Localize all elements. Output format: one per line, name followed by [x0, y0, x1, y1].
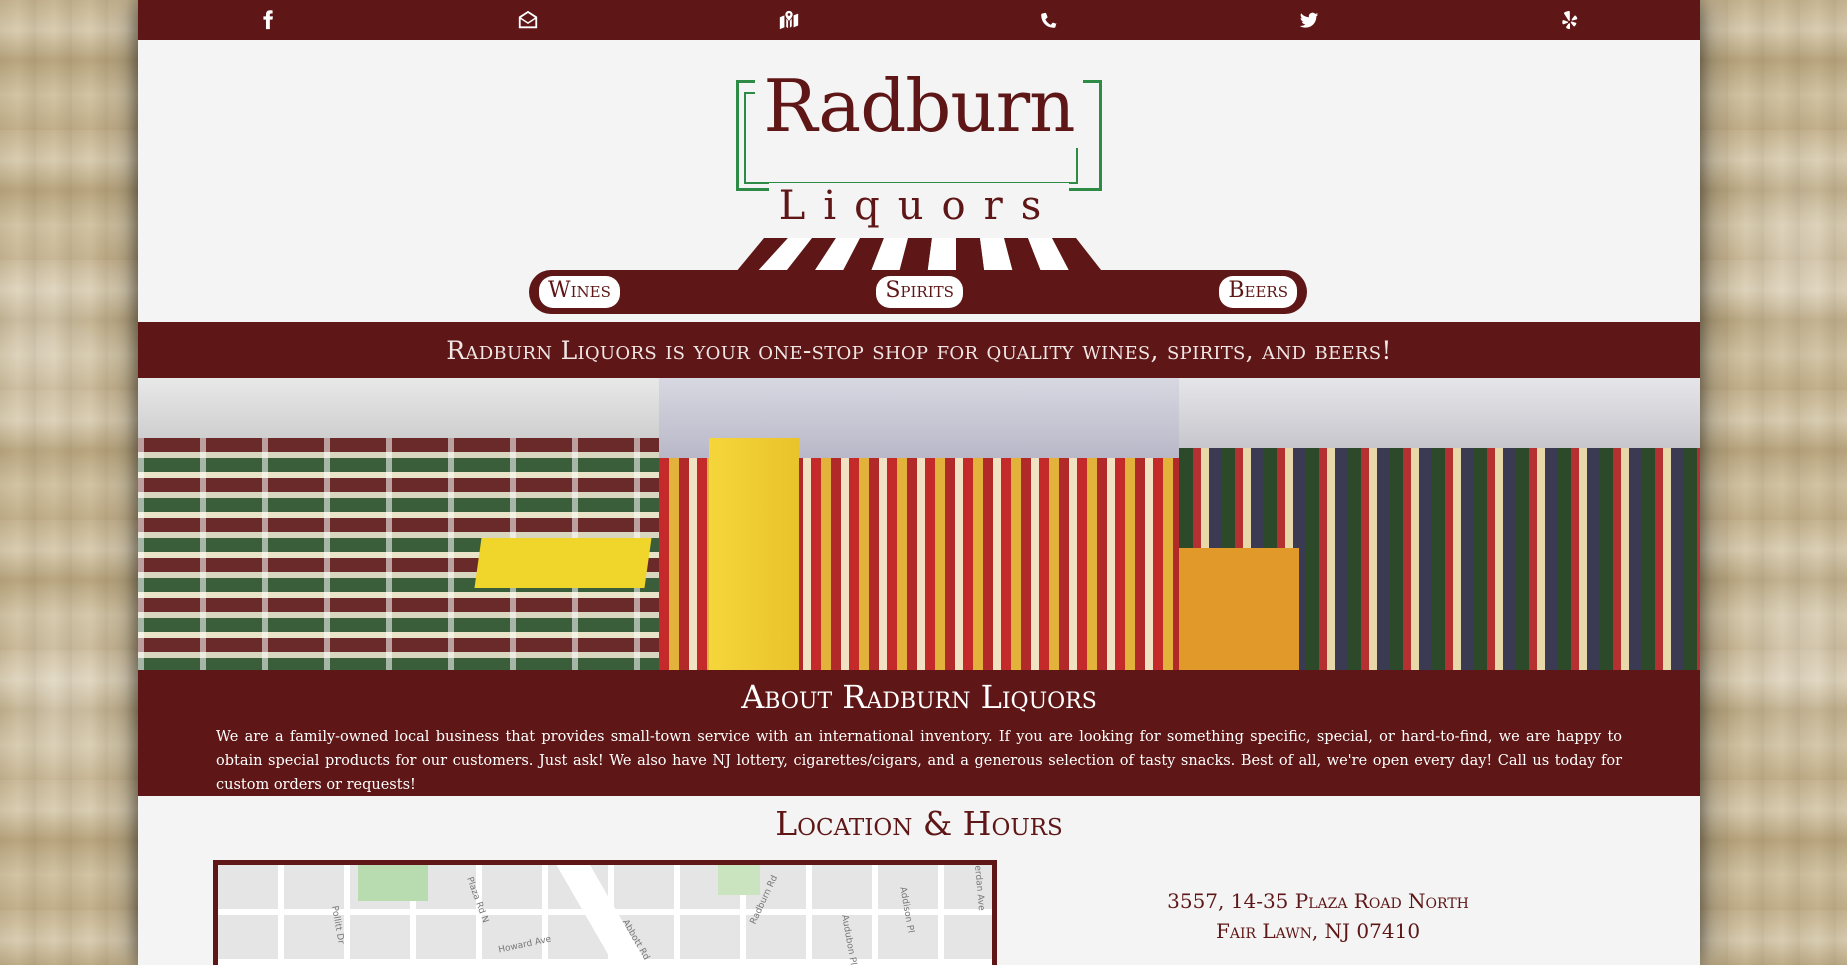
address-line-1: 3557, 14-35 Plaza Road North: [1167, 889, 1469, 913]
store-address: 3557, 14-35 Plaza Road North Fair Lawn, …: [1038, 886, 1598, 946]
nav-beers[interactable]: Beers: [1219, 275, 1297, 309]
facebook-icon[interactable]: [248, 3, 288, 37]
logo-subtitle: Liquors: [724, 183, 1114, 229]
map-street-label: Abbott Rd: [619, 918, 652, 962]
social-bar: [138, 0, 1700, 40]
nav-spirits[interactable]: Spirits: [876, 275, 963, 309]
page-container: Radburn Liquors Wines Spirits Beers Radb…: [138, 0, 1700, 965]
map-park-area: [358, 865, 428, 901]
address-line-2: Fair Lawn, NJ 07410: [1215, 919, 1421, 943]
store-photo-counter: [658, 378, 1180, 670]
store-photo-coolers: [138, 378, 659, 670]
map-street-label: Plaza Rd N: [464, 875, 490, 925]
about-text: We are a family-owned local business tha…: [216, 729, 1622, 794]
location-title: Location & Hours: [775, 804, 1063, 843]
map-icon[interactable]: [769, 3, 809, 37]
about-section: About Radburn Liquors We are a family-ow…: [138, 670, 1700, 796]
site-logo[interactable]: Radburn Liquors: [724, 52, 1114, 302]
email-icon[interactable]: [508, 3, 548, 37]
location-section: Location & Hours Plaza Rd N Howard Ave A…: [138, 796, 1700, 965]
store-photo-strip: [138, 378, 1700, 670]
twitter-icon[interactable]: [1289, 3, 1329, 37]
map-street-label: Berdan Ave: [971, 860, 987, 912]
nav-wines[interactable]: Wines: [539, 275, 620, 309]
yelp-icon[interactable]: [1550, 3, 1590, 37]
phone-icon[interactable]: [1029, 3, 1069, 37]
main-nav: Wines Spirits Beers: [529, 270, 1307, 314]
tagline-banner: Radburn Liquors is your one-stop shop fo…: [138, 322, 1700, 378]
location-map[interactable]: Plaza Rd N Howard Ave Abbott Rd Radburn …: [213, 860, 997, 965]
about-title: About Radburn Liquors: [741, 678, 1097, 716]
map-street-label: Pollitt Dr: [329, 905, 346, 945]
map-street-label: Audubon Pl: [839, 914, 858, 965]
map-park-area: [718, 865, 760, 895]
site-header: Radburn Liquors Wines Spirits Beers: [138, 40, 1700, 322]
logo-title: Radburn: [724, 64, 1114, 148]
map-street-label: Addison Pl: [897, 886, 916, 934]
map-street-label: Howard Ave: [497, 934, 553, 956]
store-photo-aisles: [1179, 378, 1700, 670]
